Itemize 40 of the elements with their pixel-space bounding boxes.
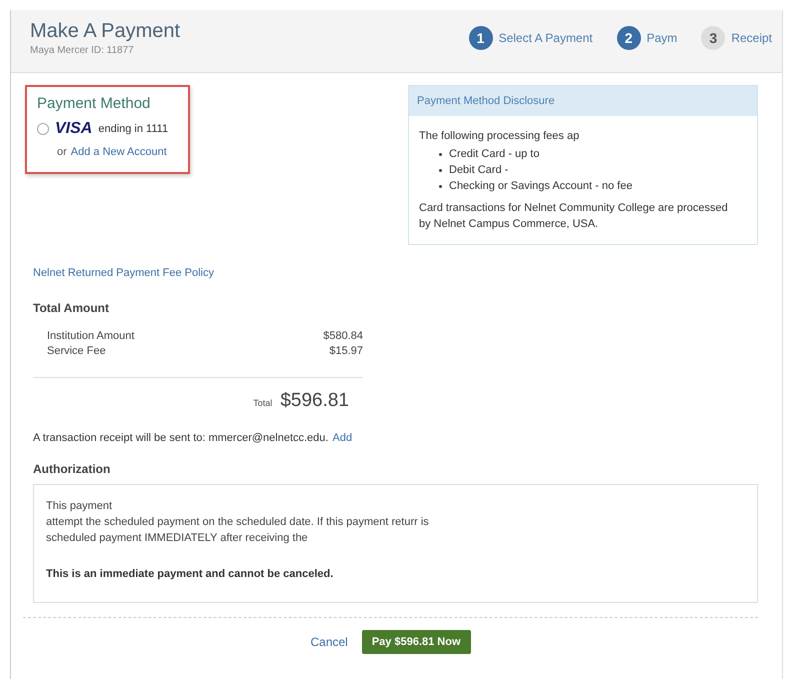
receipt-text: A transaction receipt will be sent to: mmercer@nelnetcc.edu. — [33, 432, 328, 444]
amount-label: Institution Amount — [47, 329, 134, 344]
step-number: 3 — [701, 26, 726, 50]
card-brand-logo: VISA — [55, 120, 92, 138]
cancel-link[interactable]: Cancel — [310, 635, 348, 649]
bullet-icon — [439, 152, 442, 156]
add-account-link[interactable]: Add a New Account — [70, 146, 167, 158]
add-email-link[interactable]: Add — [332, 432, 352, 444]
bullet-icon — [439, 184, 442, 188]
notice-text: This is an immediate payment and cannot be canceled. — [46, 568, 334, 580]
page-title: Make A Payment — [30, 20, 180, 43]
step-number: 2 — [616, 26, 641, 50]
total-label: Total — [253, 398, 272, 408]
amount-value: $15.97 — [329, 344, 363, 359]
card-label: ending in 1111 — [98, 123, 168, 135]
section-title: Authorization — [33, 462, 112, 476]
bullet-icon — [439, 168, 442, 172]
disclosure-title: Payment Method Disclosure — [417, 95, 555, 107]
amount-label: Service Fee — [47, 344, 106, 359]
step-label: Select A Payment — [498, 31, 593, 45]
fees-intro: The following processing fees ap — [419, 129, 580, 144]
authorization-text: This payment — [46, 499, 114, 514]
step-label: Paym — [646, 31, 678, 45]
step-label: Receipt — [731, 31, 772, 45]
fee-item: Checking or Savings Account - no fee — [449, 179, 632, 194]
radio-button[interactable] — [37, 123, 49, 135]
total-amount: $596.81 — [280, 390, 349, 412]
fee-item: Debit Card - — [449, 163, 508, 178]
disclosure-note: Card transactions for Nelnet Community College are processed by Nelnet Campus Commerce, USA. — [419, 201, 729, 232]
step-number: 1 — [468, 26, 493, 50]
authorization-text: attempt the scheduled payment on the scheduled date. If this payment returr is — [46, 515, 430, 530]
authorization-text: scheduled payment IMMEDIATELY after receiving the — [46, 531, 309, 546]
fee-item: Credit Card - up to — [449, 147, 540, 162]
amount-value: $580.84 — [323, 329, 363, 344]
pay-button[interactable]: Pay $596.81 Now — [362, 630, 471, 654]
section-title: Total Amount — [33, 301, 110, 315]
account-id: Maya Mercer ID: 11877 — [30, 45, 135, 56]
section-title: Payment Method — [37, 95, 152, 112]
policy-link[interactable]: Nelnet Returned Payment Fee Policy — [33, 267, 214, 279]
or-label: or — [57, 146, 67, 158]
